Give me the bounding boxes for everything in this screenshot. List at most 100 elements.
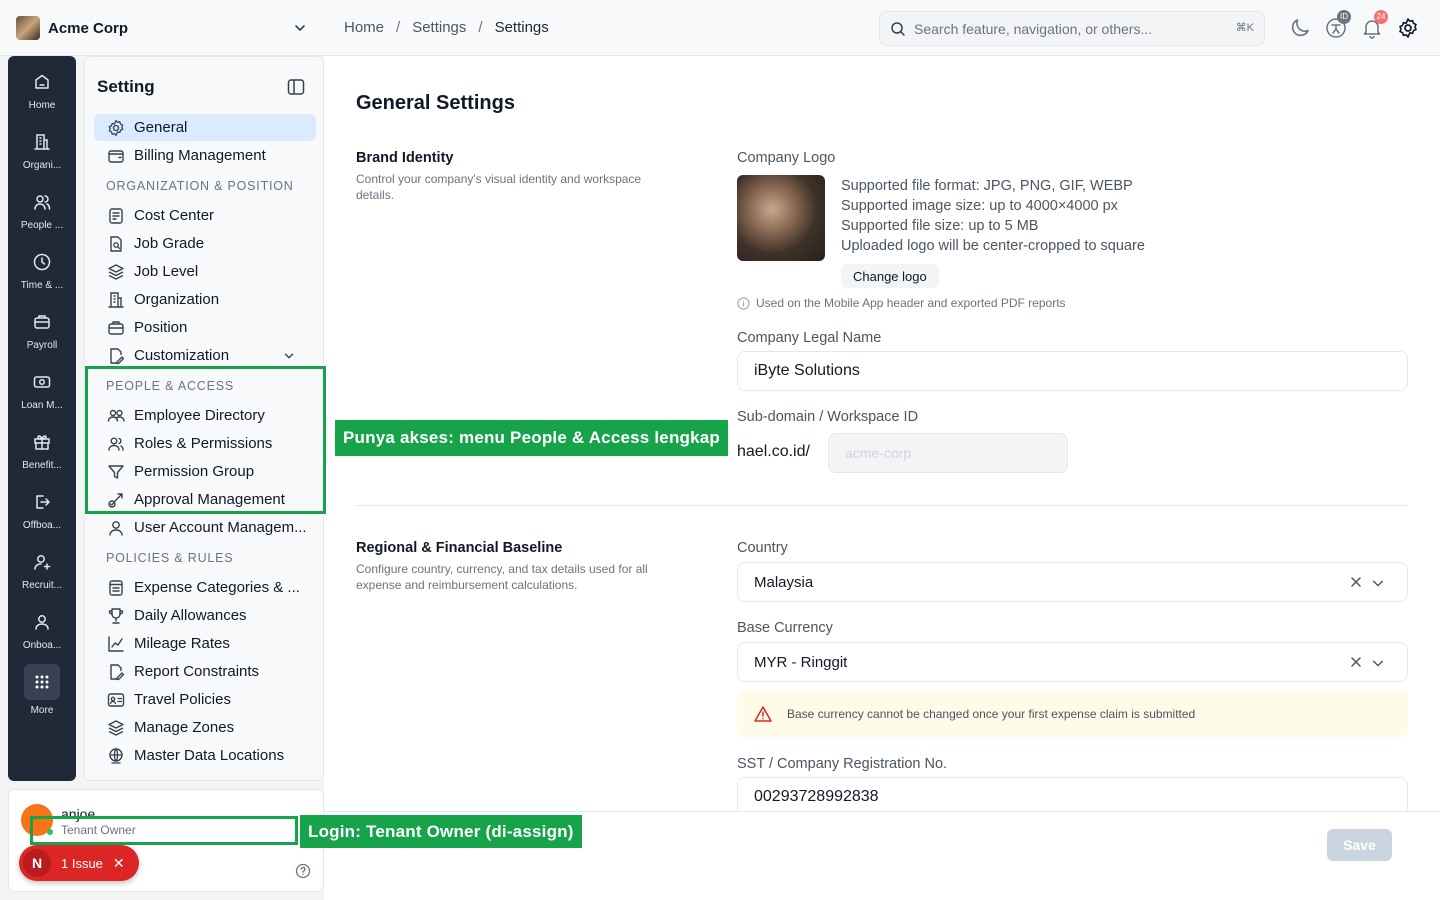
sidebar-item-expense-categories[interactable]: Expense Categories & ...	[94, 574, 316, 601]
country-select[interactable]: Malaysia	[737, 562, 1408, 602]
rail-item-recruitment[interactable]: Recruit...	[8, 552, 76, 608]
issue-avatar: N	[23, 849, 51, 877]
country-value: Malaysia	[754, 573, 814, 591]
rail-item-payroll[interactable]: Payroll	[8, 312, 76, 368]
org-name: Acme Corp	[48, 19, 129, 37]
globe-icon	[106, 746, 134, 766]
rail-item-home[interactable]: Home	[8, 72, 76, 128]
annotation-box-people-access	[85, 366, 326, 514]
currency-value: MYR - Ringgit	[754, 653, 848, 671]
sidebar-item-travel-policies[interactable]: Travel Policies	[94, 686, 316, 713]
bell-icon[interactable]: 24	[1360, 10, 1388, 40]
chevron-down-icon[interactable]	[1371, 656, 1385, 670]
grid-icon	[24, 664, 60, 700]
currency-warning-text: Base currency cannot be changed once you…	[787, 706, 1196, 721]
help-icon[interactable]	[295, 863, 311, 879]
sidebar-item-label: Master Data Locations	[134, 747, 285, 764]
gear-icon	[106, 118, 134, 138]
rail-item-onboarding[interactable]: Onboa...	[8, 612, 76, 668]
sidebar-item-organization[interactable]: Organization	[94, 286, 316, 313]
sidebar-item-label: Job Grade	[134, 235, 205, 252]
sidebar-item-general[interactable]: General	[94, 114, 316, 141]
rail-label: Onboa...	[22, 640, 62, 651]
org-switcher[interactable]: Acme Corp	[16, 16, 308, 40]
company-logo-image	[737, 175, 825, 261]
save-button[interactable]: Save	[1327, 829, 1392, 861]
logo-requirement: Supported file format: JPG, PNG, GIF, WE…	[841, 178, 1133, 194]
sidebar-item-mileage-rates[interactable]: Mileage Rates	[94, 630, 316, 657]
logo-requirements: Supported file format: JPG, PNG, GIF, WE…	[841, 176, 1145, 256]
clear-icon[interactable]	[1349, 655, 1363, 669]
currency-warning: Base currency cannot be changed once you…	[737, 690, 1408, 737]
breadcrumb-separator: /	[478, 19, 483, 36]
annotation-box-login	[30, 816, 298, 845]
logo-usage-note: Used on the Mobile App header and export…	[737, 296, 1066, 310]
accessibility-icon[interactable]: ID	[1324, 10, 1351, 40]
sidebar-item-position[interactable]: Position	[94, 314, 316, 341]
subdomain-field[interactable]: acme-corp	[828, 433, 1068, 473]
chevron-down-icon[interactable]	[292, 20, 308, 36]
sidebar-item-label: Report Constraints	[134, 663, 260, 680]
chart-line-icon	[106, 634, 134, 654]
subdomain-prefix: hael.co.id/	[737, 443, 810, 460]
sidebar-item-daily-allowances[interactable]: Daily Allowances	[94, 602, 316, 629]
currency-label: Base Currency	[737, 620, 833, 636]
page-title: General Settings	[356, 92, 515, 114]
chevron-down-icon[interactable]	[1371, 576, 1385, 590]
settings-sidebar-title: Setting	[97, 77, 155, 96]
sidebar-item-user-account[interactable]: User Account Managem...	[94, 514, 316, 541]
rail-item-loan[interactable]: Loan M...	[8, 372, 76, 428]
breadcrumb-settings[interactable]: Settings	[412, 19, 466, 36]
sidebar-item-job-level[interactable]: Job Level	[94, 258, 316, 285]
sidebar-item-label: Position	[134, 319, 188, 336]
breadcrumb-current: Settings	[494, 19, 549, 36]
sidebar-item-report-constraints[interactable]: Report Constraints	[94, 658, 316, 685]
rail-item-benefit[interactable]: Benefit...	[8, 432, 76, 488]
warning-icon	[753, 704, 787, 724]
issue-indicator[interactable]: N 1 Issue ✕	[19, 845, 139, 881]
breadcrumb-home[interactable]: Home	[344, 19, 384, 36]
wallet-icon	[106, 146, 134, 166]
search-input[interactable]	[914, 20, 1224, 37]
rail-item-organization[interactable]: Organi...	[8, 132, 76, 188]
logo-requirement: Uploaded logo will be center-cropped to …	[841, 238, 1145, 254]
rail-item-people[interactable]: People ...	[8, 192, 76, 248]
top-bar: Acme Corp Home / Settings / Settings ⌘K …	[0, 0, 1440, 56]
sidebar-item-master-data-locations[interactable]: Master Data Locations	[94, 742, 316, 769]
rail-item-offboarding[interactable]: Offboa...	[8, 492, 76, 548]
rail-label: Time & ...	[20, 280, 64, 291]
file-edit-icon	[106, 662, 134, 682]
search-box[interactable]: ⌘K	[879, 11, 1265, 46]
close-icon[interactable]: ✕	[113, 855, 125, 872]
sidebar-item-billing[interactable]: Billing Management	[94, 142, 316, 169]
org-logo	[16, 16, 40, 40]
gear-icon[interactable]	[1396, 16, 1420, 40]
dark-mode-icon[interactable]	[1288, 16, 1312, 40]
clock-icon	[8, 252, 76, 272]
chevron-down-icon[interactable]	[282, 349, 304, 363]
layers-icon	[106, 262, 134, 282]
rail-item-time[interactable]: Time & ...	[8, 252, 76, 308]
rail-label: Organi...	[22, 160, 62, 171]
sidebar-item-label: Daily Allowances	[134, 607, 247, 624]
legal-name-field[interactable]: iByte Solutions	[737, 351, 1408, 391]
sidebar-item-manage-zones[interactable]: Manage Zones	[94, 714, 316, 741]
change-logo-button[interactable]: Change logo	[841, 264, 939, 288]
clear-icon[interactable]	[1349, 575, 1363, 589]
rail-label: Payroll	[26, 340, 58, 351]
sidebar-item-customization[interactable]: Customization	[94, 342, 316, 369]
briefcase-icon	[106, 318, 134, 338]
rail-label: Benefit...	[22, 460, 62, 471]
sidebar-item-label: Cost Center	[134, 207, 215, 224]
annotation-label-people-access: Punya akses: menu People & Access lengka…	[335, 420, 729, 456]
sidebar-item-cost-center[interactable]: Cost Center	[94, 202, 316, 229]
sidebar-item-job-grade[interactable]: Job Grade	[94, 230, 316, 257]
sst-label: SST / Company Registration No.	[737, 756, 948, 772]
sidebar-toggle-icon[interactable]	[286, 77, 306, 97]
company-logo-label: Company Logo	[737, 150, 836, 166]
section-title-brand: Brand Identity	[356, 150, 454, 166]
sidebar-item-label: Expense Categories & ...	[134, 579, 300, 596]
currency-select[interactable]: MYR - Ringgit	[737, 642, 1408, 682]
rail-item-more[interactable]: More	[8, 664, 76, 724]
info-icon	[737, 296, 750, 310]
